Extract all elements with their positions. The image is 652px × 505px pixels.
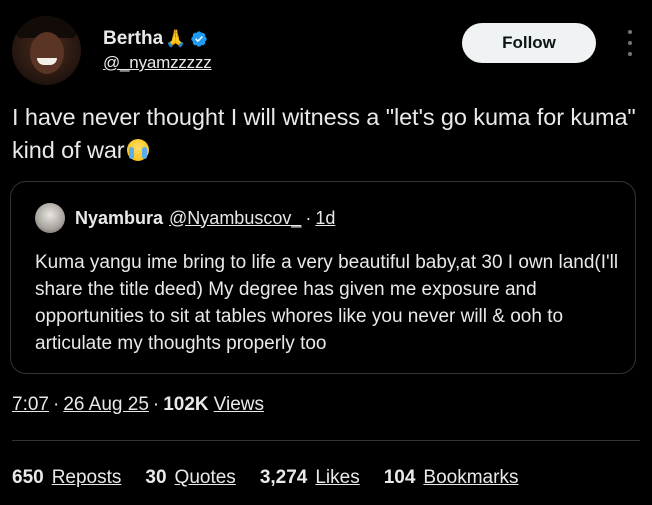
quoted-tweet-card[interactable]: Nyambura @Nyambuscov_ · 1d Kuma yangu im… — [10, 181, 636, 374]
stat-count: 650 — [12, 467, 44, 488]
name-emoji: 🙏 — [165, 29, 187, 48]
views-label[interactable]: Views — [214, 394, 264, 416]
views-count: 102K — [163, 394, 209, 415]
quote-header: Nyambura @Nyambuscov_ · 1d — [35, 203, 335, 233]
stat-label: Likes — [315, 467, 360, 488]
tweet-date[interactable]: 26 Aug 25 — [63, 394, 149, 416]
quote-author-avatar[interactable] — [35, 203, 65, 233]
more-vertical-icon[interactable] — [622, 30, 638, 56]
stat-likes[interactable]: 3,274 Likes — [260, 467, 360, 489]
display-name-row: Bertha 🙏 — [103, 28, 212, 50]
quote-text: Kuma yangu ime bring to life a very beau… — [35, 252, 619, 354]
stat-bookmarks[interactable]: 104 Bookmarks — [384, 467, 519, 489]
tweet-meta: 7:07 · 26 Aug 25 · 102K Views — [12, 394, 264, 416]
stat-count: 3,274 — [259, 467, 308, 488]
stat-label: Quotes — [174, 467, 236, 488]
tweet-text: I have never thought I will witness a "l… — [12, 101, 640, 167]
stat-label: Bookmarks — [423, 467, 519, 488]
more-dot — [628, 41, 632, 45]
author-display-name[interactable]: Bertha — [103, 28, 163, 50]
stat-label: Reposts — [51, 467, 122, 488]
author-name-block: Bertha 🙏 @_nyamzzzzz — [103, 28, 212, 73]
tweet-body: I have never thought I will witness a "l… — [12, 104, 636, 163]
author-handle[interactable]: @_nyamzzzzz — [103, 53, 212, 73]
more-dot — [628, 30, 632, 34]
follow-button[interactable]: Follow — [462, 23, 596, 63]
stat-reposts[interactable]: 650 Reposts — [12, 467, 121, 489]
engagement-stats: 650 Reposts 30 Quotes 3,274 Likes 104 Bo… — [12, 467, 542, 489]
quote-author-name[interactable]: Nyambura — [75, 208, 163, 229]
stat-count: 30 — [145, 467, 167, 488]
verified-badge-icon — [191, 31, 208, 47]
stat-quotes[interactable]: 30 Quotes — [145, 467, 235, 489]
avatar-face — [30, 32, 64, 74]
quote-separator: · — [305, 207, 312, 228]
quote-timestamp[interactable]: 1d — [315, 208, 335, 229]
more-dot — [628, 52, 632, 56]
crying-face-icon — [126, 139, 149, 161]
tweet-time[interactable]: 7:07 — [12, 394, 49, 416]
meta-separator: · — [152, 394, 160, 415]
divider — [12, 440, 640, 441]
quote-author-handle[interactable]: @Nyambuscov_ — [169, 208, 301, 229]
stat-count: 104 — [383, 467, 416, 488]
author-avatar[interactable] — [12, 16, 81, 85]
meta-separator: · — [52, 394, 60, 415]
tweet-header: Bertha 🙏 @_nyamzzzzz Follow — [12, 14, 640, 88]
